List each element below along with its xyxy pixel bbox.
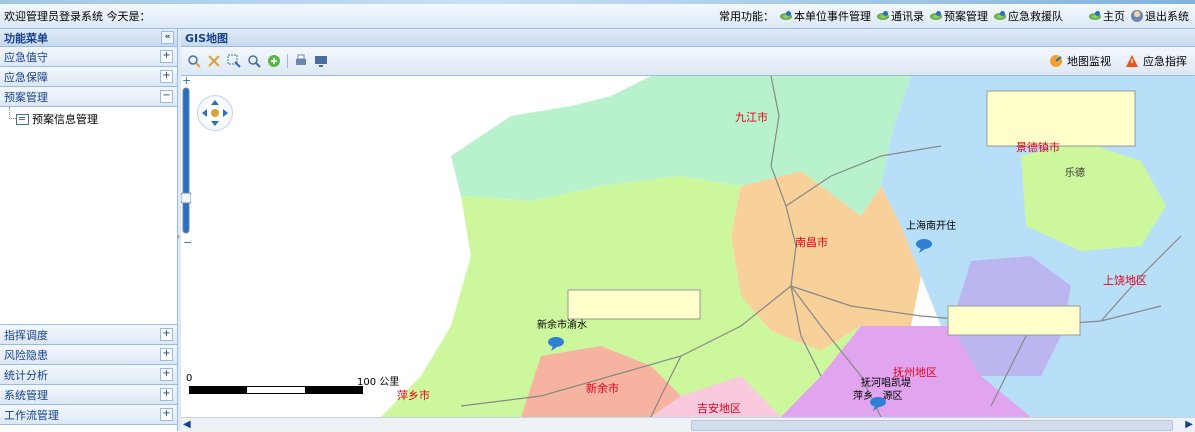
splitter-arrow-icon[interactable]: ‹ xyxy=(177,232,180,241)
print-icon[interactable] xyxy=(294,54,308,68)
gis-map[interactable]: 九江市 景德镇市 南昌市 上饶地区 抚州地区 新余市 萍乡市 吉安地区 乐德 上… xyxy=(181,76,1195,417)
home-link[interactable]: 主页 xyxy=(1089,8,1125,24)
scroll-thumb[interactable] xyxy=(691,420,1173,431)
menu-section-duty[interactable]: 应急值守 + xyxy=(0,47,177,67)
zoom-out-icon[interactable]: − xyxy=(183,236,191,249)
globe-icon xyxy=(780,11,792,21)
place-label-xinyu-yushui: 新余市渝水 xyxy=(537,318,587,331)
link-contacts[interactable]: 通讯录 xyxy=(877,8,924,24)
sidebar-header: 功能菜单 « xyxy=(0,29,177,47)
scroll-left-icon[interactable]: ◀ xyxy=(183,419,191,430)
sidebar: 功能菜单 « 应急值守 + 应急保障 + 预案管理 − 预案信息管理 指挥调度 + 风险… xyxy=(0,29,178,431)
place-label-lede: 乐德 xyxy=(1065,166,1085,179)
form-icon xyxy=(16,113,29,125)
map-toolbar: 地图监视 应急指挥 xyxy=(181,47,1195,76)
globe-icon xyxy=(877,11,889,21)
globe-icon xyxy=(1089,11,1101,21)
welcome-text: 欢迎管理员登录系统 今天是： xyxy=(4,10,151,23)
info-box-2[interactable] xyxy=(567,289,701,320)
menu-section-dispatch[interactable]: 指挥调度 + xyxy=(0,325,177,345)
map-monitor-button[interactable]: 地图监视 xyxy=(1049,53,1111,69)
zoom-slider[interactable]: + − xyxy=(181,76,191,251)
logout-link[interactable]: 退出系统 xyxy=(1131,8,1189,24)
link-unit-events[interactable]: 本单位事件管理 xyxy=(780,8,871,24)
main-panel-title: GIS地图 xyxy=(185,31,229,45)
city-label-xinyu: 新余市 xyxy=(586,381,619,395)
scale-bar xyxy=(189,386,363,394)
link-rescue-team[interactable]: 应急救援队 xyxy=(994,8,1063,24)
expand-icon[interactable]: + xyxy=(160,388,173,401)
menu-section-plans[interactable]: 预案管理 − xyxy=(0,87,177,107)
collapse-icon[interactable]: − xyxy=(160,90,173,103)
expand-icon[interactable]: + xyxy=(160,368,173,381)
tree-item-plan-info[interactable]: 预案信息管理 xyxy=(16,111,98,127)
city-label-shangrao: 上饶地区 xyxy=(1103,274,1147,287)
city-label-pingxiang: 萍乡市 xyxy=(397,388,430,402)
place-label-fuhe: 抚河唱凯堤 xyxy=(861,376,911,389)
city-label-nanchang: 南昌市 xyxy=(795,235,828,249)
monitor-icon[interactable] xyxy=(314,54,328,68)
menu-section-system[interactable]: 系统管理 + xyxy=(0,385,177,405)
city-label-fuzhou: 抚州地区 xyxy=(893,365,937,379)
pan-control[interactable] xyxy=(197,95,233,131)
place-label-shanghainan: 上海南开住 xyxy=(906,219,956,232)
zoom-box-icon[interactable] xyxy=(227,54,241,68)
plan-tree: 预案信息管理 xyxy=(0,107,177,325)
pan-arrows-icon[interactable] xyxy=(198,96,232,130)
quick-links-label: 常用功能： xyxy=(719,10,774,23)
expand-icon[interactable]: + xyxy=(160,50,173,63)
sidebar-title: 功能菜单 xyxy=(4,31,48,45)
zoom-thumb[interactable] xyxy=(181,192,191,204)
emergency-command-button[interactable]: 应急指挥 xyxy=(1125,53,1187,69)
menu-section-support[interactable]: 应急保障 + xyxy=(0,67,177,87)
expand-icon[interactable]: + xyxy=(160,328,173,341)
menu-section-workflow[interactable]: 工作流管理 + xyxy=(0,405,177,425)
zoom-in-icon[interactable]: + xyxy=(182,76,191,87)
scroll-right-icon[interactable]: ▶ xyxy=(1185,419,1193,430)
globe-icon xyxy=(930,11,942,21)
full-extent-icon[interactable] xyxy=(267,54,281,68)
main-panel: GIS地图 地图监视 应急指挥 九江市 景德镇市 南昌市 上饶地区 抚州地区 新… xyxy=(181,29,1195,432)
pan-icon[interactable] xyxy=(187,54,201,68)
user-icon xyxy=(1131,10,1143,22)
scale-max-label: 100 公里 xyxy=(357,377,400,388)
city-label-jiujiang: 九江市 xyxy=(735,110,768,124)
warning-icon xyxy=(1126,55,1138,67)
main-panel-header: GIS地图 xyxy=(181,29,1195,47)
info-box-3[interactable] xyxy=(947,305,1081,336)
city-label-jian: 吉安地区 xyxy=(697,401,741,415)
menu-section-statistics[interactable]: 统计分析 + xyxy=(0,365,177,385)
expand-icon[interactable]: + xyxy=(160,348,173,361)
menu-section-risks[interactable]: 风险隐患 + xyxy=(0,345,177,365)
horizontal-scrollbar[interactable]: ◀ ▶ xyxy=(181,417,1195,432)
expand-icon[interactable]: + xyxy=(160,408,173,421)
scale-min-label: 0 xyxy=(186,373,193,384)
map-canvas[interactable]: 九江市 景德镇市 南昌市 上饶地区 抚州地区 新余市 萍乡市 吉安地区 乐德 上… xyxy=(181,76,1195,417)
globe-icon xyxy=(994,11,1006,21)
radar-icon xyxy=(1050,55,1062,67)
measure-icon[interactable] xyxy=(207,54,221,68)
zoom-icon[interactable] xyxy=(247,54,261,68)
expand-icon[interactable]: + xyxy=(160,70,173,83)
city-label-jingdezhen: 景德镇市 xyxy=(1016,140,1060,154)
collapse-sidebar-button[interactable]: « xyxy=(161,31,174,44)
link-plan-management[interactable]: 预案管理 xyxy=(930,8,988,24)
top-bar: 欢迎管理员登录系统 今天是： 常用功能： 本单位事件管理 通讯录 预案管理 应急… xyxy=(0,4,1195,29)
quick-links: 常用功能： 本单位事件管理 通讯录 预案管理 应急救援队 主页 退出系统 xyxy=(719,8,1189,24)
info-box-1[interactable] xyxy=(986,90,1136,147)
